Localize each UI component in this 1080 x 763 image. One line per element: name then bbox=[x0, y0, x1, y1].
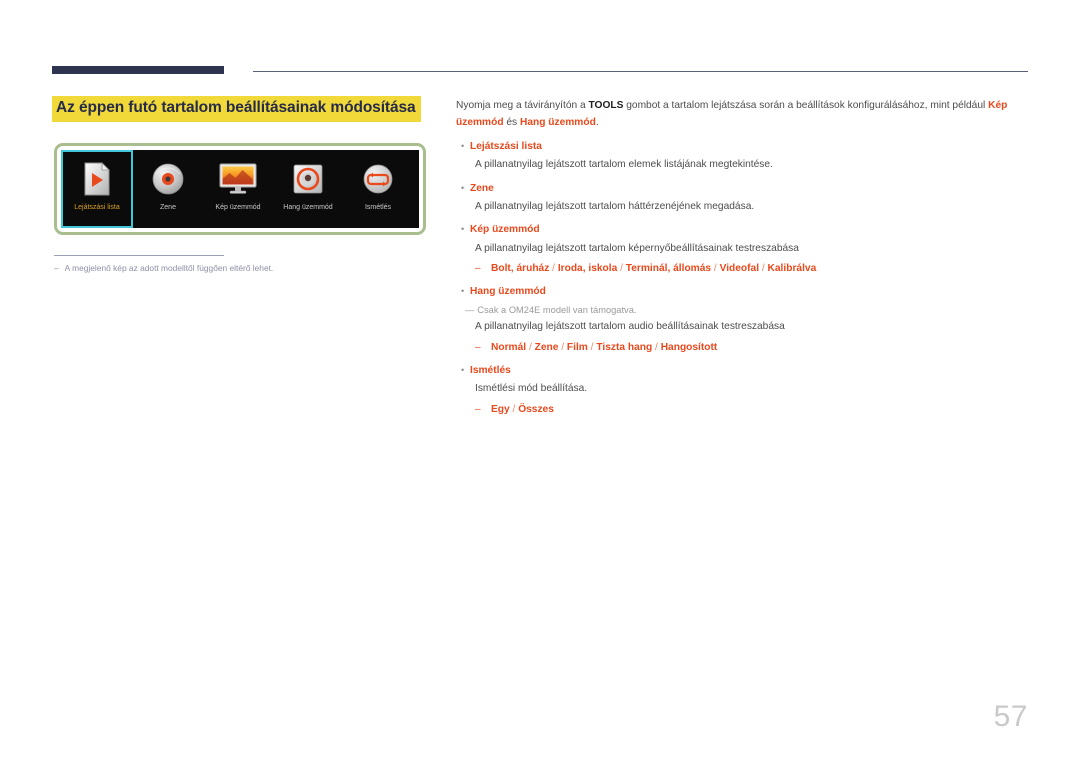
option-value: Összes bbox=[518, 403, 554, 415]
bullet-block-repeat: • Ismétlés Ismétlési mód beállítása. ‒ E… bbox=[456, 363, 1026, 418]
right-column: Nyomja meg a távirányítón a TOOLS gombot… bbox=[456, 98, 1026, 418]
menu-item-picture-mode[interactable]: Kép üzemmód bbox=[203, 150, 273, 228]
option-separator: / bbox=[652, 341, 661, 353]
bullet-marker: • bbox=[461, 286, 465, 297]
header-accent-bar bbox=[52, 66, 224, 74]
note-text: A megjelenő kép az adott modelltől függő… bbox=[64, 263, 274, 273]
option-value: Zene bbox=[534, 341, 559, 353]
option-separator: / bbox=[617, 262, 626, 274]
bullet-description: A pillanatnyilag lejátszott tartalom kép… bbox=[475, 242, 799, 254]
bullet-marker: • bbox=[461, 224, 465, 235]
note-divider bbox=[54, 255, 224, 256]
sub-options-repeat: Egy / Összes bbox=[491, 402, 554, 418]
menu-item-repeat[interactable]: Ismétlés bbox=[343, 150, 413, 228]
intro-highlight-sound-mode: Hang üzemmód bbox=[519, 116, 596, 128]
menu-item-playlist[interactable]: Lejátszási lista bbox=[61, 150, 133, 228]
note-text: Csak a OM24E modell van támogatva. bbox=[477, 304, 637, 315]
intro-part2: gombot a tartalom lejátszása során a beá… bbox=[623, 100, 989, 111]
intro-part3: és bbox=[503, 116, 520, 128]
bullet-description: A pillanatnyilag lejátszott tartalom aud… bbox=[475, 321, 785, 333]
option-separator: / bbox=[549, 262, 558, 274]
option-separator: / bbox=[526, 341, 535, 353]
left-column: Az éppen futó tartalom beállításainak mó… bbox=[52, 96, 432, 122]
bullet-block-picture-mode: • Kép üzemmód A pillanatnyilag lejátszot… bbox=[456, 222, 1026, 277]
menu-item-label: Hang üzemmód bbox=[283, 204, 333, 211]
option-value: Normál bbox=[491, 341, 527, 353]
bullet-row: • Ismétlés bbox=[456, 363, 1026, 379]
sound-mode-speaker-icon bbox=[291, 158, 325, 200]
bullet-term: Lejátszási lista bbox=[470, 141, 542, 153]
page-number: 57 bbox=[993, 700, 1028, 733]
bullet-term: Zene bbox=[470, 182, 494, 194]
page-title: Az éppen futó tartalom beállításainak mó… bbox=[52, 96, 421, 122]
header-rule bbox=[253, 71, 1028, 72]
tools-keyword: TOOLS bbox=[588, 100, 624, 111]
option-value: Kalibrálva bbox=[767, 262, 817, 274]
sub-options-row: ‒ Egy / Összes bbox=[475, 402, 1026, 418]
sub-options-picture-mode: Bolt, áruház / Iroda, iskola / Terminál,… bbox=[491, 261, 816, 277]
menu-item-label: Zene bbox=[160, 204, 176, 211]
sub-options-row: ‒ Normál / Zene / Film / Tiszta hang / H… bbox=[475, 340, 1026, 356]
playlist-document-play-icon bbox=[82, 158, 112, 200]
option-value: Iroda, iskola bbox=[557, 262, 618, 274]
intro-part4: . bbox=[595, 116, 599, 128]
option-value: Videofal bbox=[719, 262, 760, 274]
bullet-term: Ismétlés bbox=[470, 365, 511, 377]
device-screen-menu-bar: Lejátszási lista Zene Kép üzemmód Hang ü… bbox=[61, 150, 419, 228]
option-separator: / bbox=[558, 341, 567, 353]
model-support-note: ― Csak a OM24E modell van támogatva. bbox=[465, 304, 1026, 318]
document-page: Az éppen futó tartalom beállításainak mó… bbox=[0, 0, 1080, 763]
option-value: Bolt, áruház bbox=[491, 262, 550, 274]
bullet-block-music: • Zene A pillanatnyilag lejátszott tarta… bbox=[456, 181, 1026, 216]
bullet-row: • Hang üzemmód bbox=[456, 284, 1026, 300]
sub-dash: ‒ bbox=[475, 341, 481, 353]
option-value: Tiszta hang bbox=[596, 341, 653, 353]
option-value: Film bbox=[566, 341, 588, 353]
sub-options-row: ‒ Bolt, áruház / Iroda, iskola / Terminá… bbox=[475, 261, 1026, 277]
bullet-row: • Lejátszási lista bbox=[456, 139, 1026, 155]
bullet-description: A pillanatnyilag lejátszott tartalom hát… bbox=[475, 200, 755, 212]
bullet-term: Hang üzemmód bbox=[470, 286, 546, 298]
intro-paragraph: Nyomja meg a távirányítón a TOOLS gombot… bbox=[456, 98, 1026, 131]
menu-item-label: Lejátszási lista bbox=[74, 204, 120, 211]
option-separator: / bbox=[509, 403, 519, 415]
note-dash: ‒ bbox=[54, 263, 59, 273]
option-value: Terminál, állomás bbox=[625, 262, 712, 274]
bullet-block-playlist: • Lejátszási lista A pillanatnyilag lejá… bbox=[456, 139, 1026, 174]
repeat-loop-icon bbox=[361, 158, 395, 200]
picture-mode-monitor-icon bbox=[218, 158, 258, 200]
bullet-description: A pillanatnyilag lejátszott tartalom ele… bbox=[475, 159, 773, 171]
option-value: Hangosított bbox=[660, 341, 718, 353]
bullet-marker: • bbox=[461, 182, 465, 193]
bullet-term: Kép üzemmód bbox=[470, 224, 540, 236]
left-note: ‒ A megjelenő kép az adott modelltől füg… bbox=[54, 262, 434, 275]
menu-item-label: Kép üzemmód bbox=[215, 204, 261, 211]
sub-dash: ‒ bbox=[475, 262, 481, 274]
bullet-row: • Kép üzemmód bbox=[456, 222, 1026, 238]
bullet-row: • Zene bbox=[456, 181, 1026, 197]
sub-dash: ‒ bbox=[475, 403, 481, 415]
bullet-description: Ismétlési mód beállítása. bbox=[475, 383, 588, 395]
option-separator: / bbox=[759, 262, 768, 274]
menu-item-label: Ismétlés bbox=[364, 204, 392, 211]
option-separator: / bbox=[711, 262, 720, 274]
bullet-marker: • bbox=[461, 365, 465, 376]
bullet-marker: • bbox=[461, 141, 465, 152]
intro-part1: Nyomja meg a távirányítón a bbox=[456, 100, 589, 111]
music-disc-icon bbox=[151, 158, 185, 200]
menu-item-sound-mode[interactable]: Hang üzemmód bbox=[273, 150, 343, 228]
device-screen-illustration: Lejátszási lista Zene Kép üzemmód Hang ü… bbox=[54, 143, 426, 235]
menu-item-music[interactable]: Zene bbox=[133, 150, 203, 228]
sub-options-sound-mode: Normál / Zene / Film / Tiszta hang / Han… bbox=[491, 340, 717, 356]
note-dash: ― bbox=[465, 304, 475, 315]
option-value: Egy bbox=[491, 403, 510, 415]
bullet-block-sound-mode: • Hang üzemmód ― Csak a OM24E modell van… bbox=[456, 284, 1026, 356]
